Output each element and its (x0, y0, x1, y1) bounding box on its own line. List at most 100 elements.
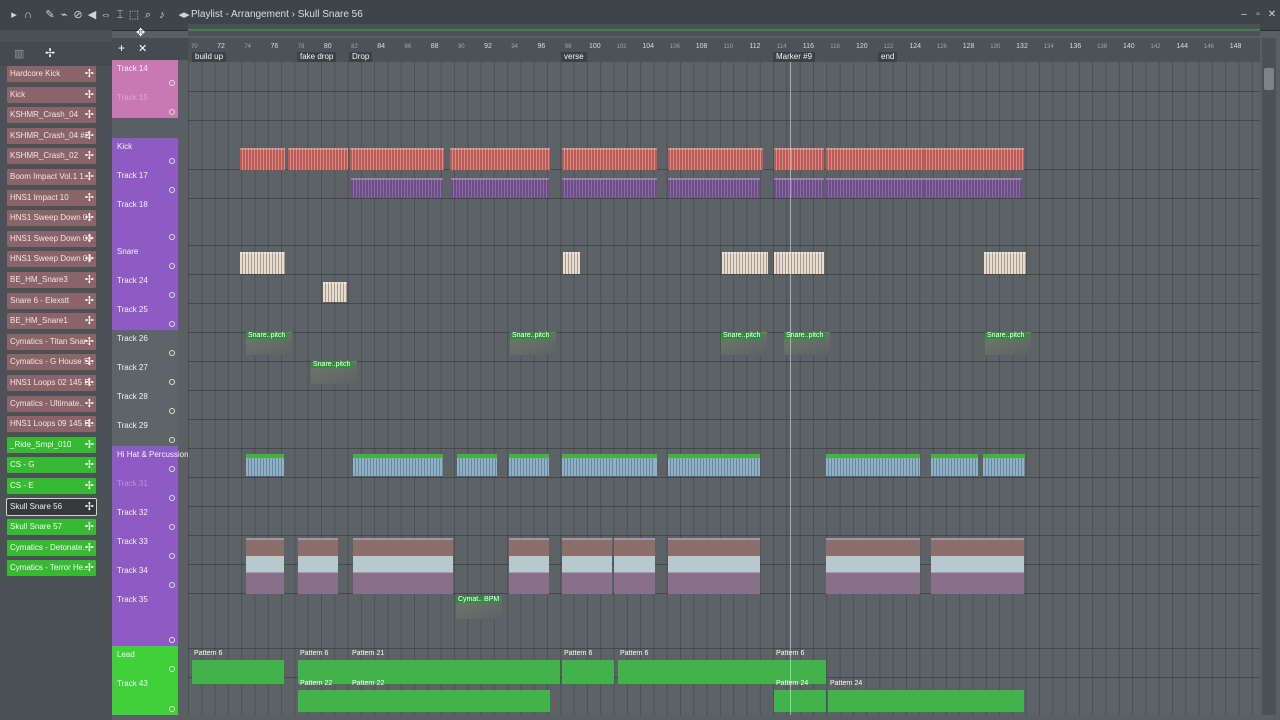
audio-clip[interactable] (668, 538, 760, 594)
audio-clip[interactable]: Pattern 24 (828, 680, 1024, 712)
channel-move-icon[interactable]: ✢ (85, 87, 94, 103)
track-mute-icon[interactable] (169, 582, 175, 588)
track-header[interactable]: Track 34 (112, 562, 178, 591)
audio-clip[interactable] (984, 252, 1026, 274)
channel-button[interactable]: HNS1 Loops 02 145 B.. ✢ (7, 375, 96, 391)
slip-icon[interactable]: ⇔ (100, 9, 112, 21)
mute-icon[interactable]: ◀ (86, 9, 98, 21)
track-mute-icon[interactable] (169, 158, 175, 164)
track-mute-icon[interactable] (169, 408, 175, 414)
automation-clip[interactable]: Snare..pitch (721, 332, 767, 355)
audio-clip[interactable] (774, 148, 824, 170)
audio-clip[interactable] (983, 454, 1025, 476)
track-mute-icon[interactable] (169, 350, 175, 356)
track-mute-icon[interactable] (169, 234, 175, 240)
channel-move-icon[interactable]: ✢ (85, 251, 94, 267)
channel-button[interactable]: KSHMR_Crash_04 #2 ✢ (7, 127, 96, 144)
track-mute-icon[interactable] (169, 495, 175, 501)
track-header[interactable]: Hi Hat & Percussion (112, 446, 189, 475)
track-header[interactable]: Track 25 (112, 301, 178, 330)
track-header[interactable]: Track 33 (112, 533, 178, 562)
channel-move-icon[interactable]: ✢ (85, 457, 94, 473)
remove-icon[interactable]: ✕ (138, 42, 147, 55)
channel-button[interactable]: Snare 6 - Elexstt ✢ (7, 292, 96, 309)
channel-move-icon[interactable]: ✢ (85, 293, 94, 309)
channel-button[interactable]: HNS1 Loops 09 145 B.. ✢ (7, 416, 96, 433)
track-mute-icon[interactable] (169, 109, 175, 115)
audio-clip[interactable] (722, 252, 768, 274)
channel-button[interactable]: BE_HM_Snare1 ✢ (7, 313, 96, 330)
timeline-marker[interactable]: Drop (349, 52, 373, 62)
track-mute-icon[interactable] (169, 466, 175, 472)
channel-button[interactable]: Cymatics - Ultimate.. ✢ (7, 395, 96, 412)
arrows-icon[interactable]: ◂▸ (178, 9, 190, 21)
audio-clip[interactable]: Pattern 22 (298, 680, 350, 712)
channel-move-icon[interactable]: ✢ (85, 334, 94, 350)
play-icon[interactable]: ▸ (8, 9, 20, 21)
channel-move-icon[interactable]: ✢ (85, 128, 94, 144)
track-header[interactable]: Track 43 (112, 675, 178, 715)
track-header[interactable]: Track 24 (112, 272, 178, 301)
track-mute-icon[interactable] (169, 292, 175, 298)
scroll-thumb[interactable] (1264, 68, 1274, 90)
audio-clip[interactable] (351, 178, 443, 198)
audio-clip[interactable] (668, 148, 763, 170)
audio-clip[interactable] (924, 148, 1024, 170)
audio-clip[interactable] (826, 538, 920, 594)
track-lane[interactable] (188, 593, 1260, 649)
audio-clip[interactable] (240, 252, 285, 274)
audio-clip[interactable]: Pattern 6 (192, 650, 284, 684)
track-mute-icon[interactable] (169, 553, 175, 559)
track-header[interactable]: Track 28 (112, 388, 178, 417)
track-lane[interactable] (188, 506, 1260, 536)
audio-clip[interactable] (774, 178, 824, 198)
bpm-automation-clip[interactable]: Cymat.. BPM (456, 596, 502, 619)
audio-clip[interactable]: Pattern 6 (562, 650, 614, 684)
speaker-icon[interactable]: ♪ (156, 9, 168, 21)
track-mute-icon[interactable] (169, 437, 175, 443)
move-icon[interactable]: ✥ (136, 26, 145, 39)
audio-clip[interactable] (450, 148, 550, 170)
channel-button[interactable]: KSHMR_Crash_02 ✢ (7, 148, 96, 165)
audio-clip[interactable] (931, 454, 978, 476)
track-mute-icon[interactable] (169, 666, 175, 672)
channel-button[interactable]: Cymatics - G House S.. ✢ (7, 354, 96, 371)
audio-clip[interactable] (826, 148, 924, 170)
automation-clip[interactable]: Snare..pitch (311, 361, 357, 384)
channel-move-icon[interactable]: ✢ (85, 313, 94, 329)
delete-icon[interactable]: ⊘ (72, 9, 84, 21)
track-lane[interactable] (188, 91, 1260, 121)
audio-clip[interactable] (323, 282, 347, 302)
automation-clip[interactable]: Snare..pitch (985, 332, 1031, 355)
channel-move-icon[interactable]: ✢ (85, 66, 94, 82)
track-header[interactable]: Snare (112, 243, 178, 272)
track-mute-icon[interactable] (169, 80, 175, 86)
audio-clip[interactable] (614, 538, 655, 594)
track-mute-icon[interactable] (169, 379, 175, 385)
timeline-marker[interactable]: fake drop (297, 52, 337, 62)
timeline-marker[interactable]: verse (561, 52, 587, 62)
track-header[interactable]: Lead (112, 646, 178, 675)
timeline-marker[interactable]: end (878, 52, 898, 62)
zoom-icon[interactable]: ⌕ (142, 9, 154, 21)
maximize-icon[interactable]: ▫ (1252, 9, 1264, 21)
audio-clip[interactable] (931, 538, 1024, 594)
magnet-icon[interactable]: ∩ (22, 9, 34, 21)
track-lane[interactable] (188, 303, 1260, 333)
audio-clip[interactable] (298, 538, 338, 594)
channel-move-icon[interactable]: ✢ (85, 519, 94, 535)
track-header[interactable]: Track 18 (112, 196, 178, 243)
audio-clip[interactable] (457, 454, 497, 476)
slice-icon[interactable]: ⌶ (114, 9, 126, 21)
audio-clip[interactable] (562, 148, 657, 170)
audio-clip[interactable] (353, 454, 443, 476)
audio-clip[interactable] (288, 148, 348, 170)
track-header[interactable]: Kick (112, 138, 178, 167)
audio-clip[interactable] (451, 178, 549, 198)
track-header[interactable]: Track 14 (112, 60, 178, 89)
add-track-icon[interactable]: + (118, 41, 125, 55)
channel-move-icon[interactable]: ✢ (85, 375, 94, 391)
audio-clip[interactable] (562, 538, 612, 594)
channel-button[interactable]: Skull Snare 56 ✢ (6, 497, 97, 516)
audio-clip[interactable] (353, 538, 453, 594)
